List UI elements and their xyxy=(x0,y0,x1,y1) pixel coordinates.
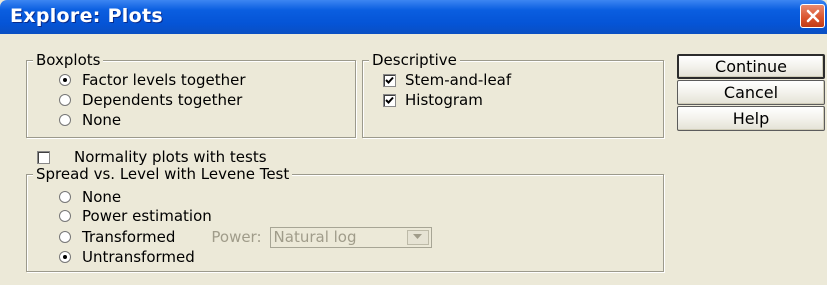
window-title: Explore: Plots xyxy=(10,5,163,27)
radio-label: Dependents together xyxy=(82,91,243,109)
help-button[interactable]: Help xyxy=(677,106,825,131)
radio-label: Factor levels together xyxy=(82,71,246,89)
radio-transformed[interactable]: Transformed Power: Natural log xyxy=(59,226,432,248)
radio-button[interactable] xyxy=(59,231,71,243)
radio-untransformed[interactable]: Untransformed xyxy=(59,247,195,267)
checkbox-label: Stem-and-leaf xyxy=(405,71,512,89)
checkbox[interactable] xyxy=(383,93,396,107)
checkbox-histogram[interactable]: Histogram xyxy=(383,90,483,110)
radio-dependents-together[interactable]: Dependents together xyxy=(59,90,242,110)
checkmark-icon xyxy=(385,96,394,104)
chevron-down-icon xyxy=(413,234,423,239)
close-icon xyxy=(806,9,819,23)
continue-button[interactable]: Continue xyxy=(677,54,825,79)
radio-spread-none[interactable]: None xyxy=(59,187,121,207)
checkmark-icon xyxy=(385,76,394,84)
checkbox-label: Histogram xyxy=(405,91,483,109)
checkbox[interactable] xyxy=(383,73,396,87)
cancel-button[interactable]: Cancel xyxy=(677,80,825,105)
descriptive-legend: Descriptive xyxy=(369,51,460,69)
radio-power-estimation[interactable]: Power estimation xyxy=(59,206,212,226)
spread-legend: Spread vs. Level with Levene Test xyxy=(33,165,293,183)
checkbox-label: Normality plots with tests xyxy=(74,148,267,166)
radio-label: Untransformed xyxy=(82,248,195,266)
radio-button[interactable] xyxy=(59,94,71,106)
power-label: Power: xyxy=(211,228,262,246)
radio-label: None xyxy=(82,111,122,129)
radio-label: None xyxy=(82,188,122,206)
radio-factor-levels-together[interactable]: Factor levels together xyxy=(59,70,246,90)
power-select-value: Natural log xyxy=(273,228,357,246)
checkbox-stem-and-leaf[interactable]: Stem-and-leaf xyxy=(383,70,511,90)
checkbox[interactable] xyxy=(37,150,50,164)
radio-button[interactable] xyxy=(59,74,71,86)
checkbox-normality-plots[interactable]: Normality plots with tests xyxy=(37,147,267,167)
radio-button[interactable] xyxy=(59,191,71,203)
radio-button[interactable] xyxy=(59,251,71,263)
radio-label: Power estimation xyxy=(82,207,212,225)
radio-button[interactable] xyxy=(59,210,71,222)
title-bar[interactable]: Explore: Plots xyxy=(0,0,827,34)
radio-boxplots-none[interactable]: None xyxy=(59,110,121,130)
boxplots-legend: Boxplots xyxy=(33,51,104,69)
power-select[interactable]: Natural log xyxy=(269,226,432,248)
dropdown-button[interactable] xyxy=(406,229,429,245)
close-button[interactable] xyxy=(800,4,825,28)
radio-label: Transformed xyxy=(82,228,176,246)
radio-button[interactable] xyxy=(59,114,71,126)
